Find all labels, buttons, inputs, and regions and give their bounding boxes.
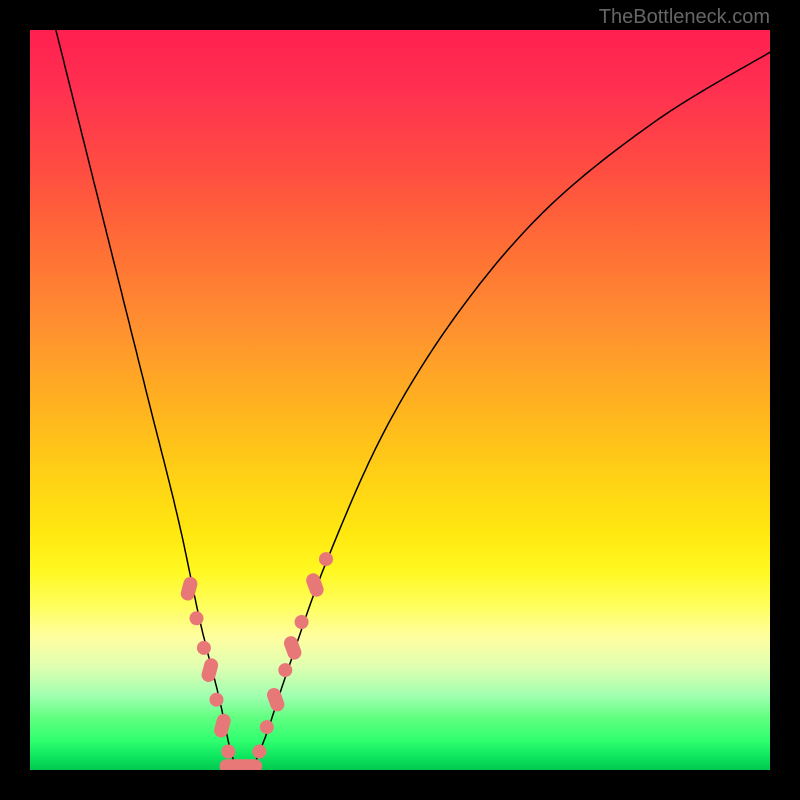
data-point-pill	[304, 571, 325, 598]
data-point	[295, 615, 309, 629]
data-markers	[179, 552, 333, 770]
chart-svg	[30, 30, 770, 770]
data-point-pill	[200, 657, 220, 684]
chart-plot-area	[30, 30, 770, 770]
data-point	[260, 720, 274, 734]
data-point	[197, 641, 211, 655]
data-point	[209, 693, 223, 707]
data-point	[278, 663, 292, 677]
data-point-pill	[234, 759, 262, 770]
data-point-pill	[213, 712, 233, 739]
right-curve	[252, 52, 770, 770]
data-point-pill	[265, 686, 286, 713]
data-point-pill	[282, 634, 303, 661]
data-point	[319, 552, 333, 566]
data-point	[190, 611, 204, 625]
watermark-text: TheBottleneck.com	[599, 6, 770, 29]
data-point	[252, 745, 266, 759]
data-point	[221, 745, 235, 759]
data-point-pill	[179, 575, 199, 602]
